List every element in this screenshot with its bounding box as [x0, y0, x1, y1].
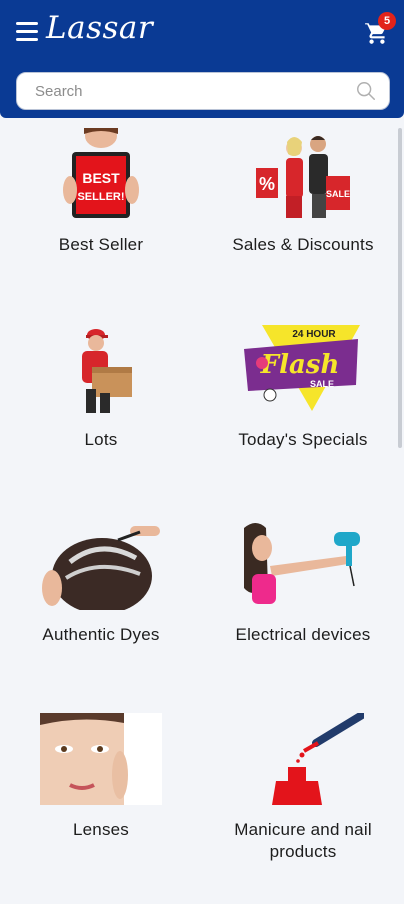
svg-text:SELLER!: SELLER! — [77, 191, 124, 203]
category-label: Authentic Dyes — [42, 625, 160, 644]
category-authentic-dyes[interactable]: Authentic Dyes — [0, 514, 202, 709]
svg-text:Flash: Flash — [260, 350, 340, 380]
category-manicure-nail-products[interactable]: Manicure and nail products — [202, 709, 404, 904]
svg-text:%: % — [259, 174, 275, 194]
app-header: Lassar 5 — [0, 0, 404, 118]
flash-sale-banner-image: 24 HOUR Flash SALE — [242, 323, 364, 415]
category-lenses[interactable]: Lenses — [0, 709, 202, 904]
delivery-man-box-image — [40, 323, 162, 415]
category-sales-discounts[interactable]: % SALE Sales & Discounts — [202, 124, 404, 319]
cart-count-badge: 5 — [378, 12, 396, 30]
woman-face-lenses-image — [40, 713, 162, 805]
category-label: Best Seller — [58, 235, 144, 254]
category-best-seller[interactable]: BEST SELLER! Best Seller — [0, 124, 202, 319]
category-label: Sales & Discounts — [232, 235, 374, 254]
svg-text:24 HOUR: 24 HOUR — [292, 329, 336, 340]
hair-dye-image — [40, 518, 162, 610]
category-label: Electrical devices — [235, 625, 371, 644]
category-label: Today's Specials — [238, 430, 368, 449]
category-label: Lots — [84, 430, 118, 449]
category-todays-specials[interactable]: 24 HOUR Flash SALE Today's Specials — [202, 319, 404, 514]
best-seller-tablet-image: BEST SELLER! — [40, 128, 162, 220]
category-label: Manicure and nail products — [234, 820, 372, 861]
search-bar — [16, 72, 390, 110]
shopping-people-image: % SALE — [242, 128, 364, 220]
nail-polish-image — [242, 713, 364, 805]
category-grid: BEST SELLER! Best Seller % SALE Sales & … — [0, 124, 404, 904]
hamburger-menu-icon[interactable] — [16, 22, 38, 42]
category-lots[interactable]: Lots — [0, 319, 202, 514]
hair-dryer-woman-image — [242, 518, 364, 610]
search-input[interactable] — [33, 73, 347, 109]
category-label: Lenses — [72, 820, 130, 839]
brand-logo[interactable]: Lassar — [46, 10, 153, 46]
cart-button[interactable]: 5 — [364, 12, 396, 48]
svg-text:SALE: SALE — [310, 379, 334, 389]
svg-text:BEST: BEST — [82, 170, 120, 186]
category-electrical-devices[interactable]: Electrical devices — [202, 514, 404, 709]
svg-text:SALE: SALE — [326, 189, 350, 199]
search-icon[interactable] — [355, 80, 377, 102]
